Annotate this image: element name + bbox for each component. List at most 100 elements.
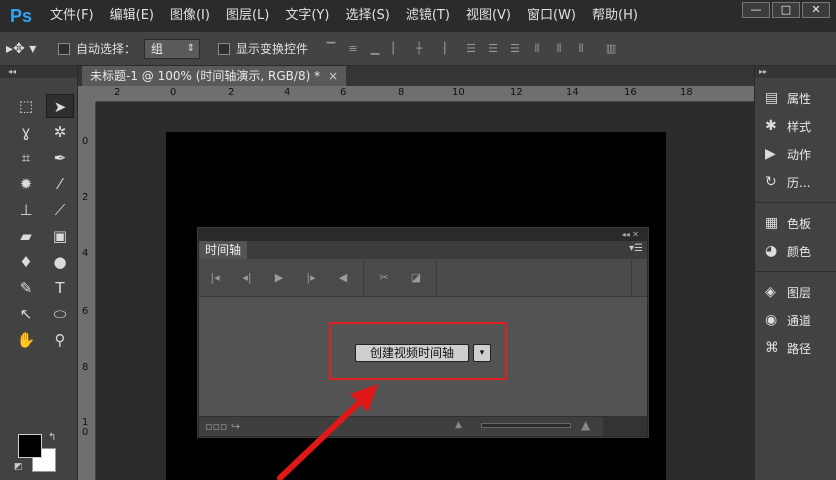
paths-icon: ⌘ bbox=[765, 340, 779, 356]
gradient-tool-icon[interactable]: ▣ bbox=[46, 224, 74, 248]
menu-edit[interactable]: 编辑(E) bbox=[102, 0, 162, 32]
healing-brush-tool-icon[interactable]: ✹ bbox=[12, 172, 40, 196]
close-button[interactable]: ✕ bbox=[802, 2, 830, 18]
hand-tool-icon[interactable]: ✋ bbox=[12, 328, 40, 352]
path-selection-tool-icon[interactable]: ↖ bbox=[12, 302, 40, 326]
align-bottom-icon[interactable]: ▁ bbox=[366, 40, 384, 58]
timeline-zoom-slider[interactable] bbox=[481, 423, 571, 428]
panel-group: ◈ 图层 ◉ 通道 ⌘ 路径 bbox=[755, 272, 836, 368]
distribute-top-icon[interactable]: ☰ bbox=[462, 40, 480, 58]
crop-tool-icon[interactable]: ⌗ bbox=[12, 146, 40, 170]
close-document-icon[interactable]: × bbox=[328, 69, 338, 83]
next-frame-icon[interactable]: |▸ bbox=[295, 271, 327, 284]
default-colors-icon[interactable]: ◩ bbox=[14, 462, 23, 472]
show-transform-checkbox[interactable] bbox=[218, 42, 231, 55]
foreground-color-swatch[interactable] bbox=[18, 434, 42, 458]
previous-frame-icon[interactable]: ◂| bbox=[231, 271, 263, 284]
transition-icon[interactable]: ◪ bbox=[400, 271, 432, 284]
type-tool-icon[interactable]: T bbox=[46, 276, 74, 300]
dodge-tool-icon[interactable]: ● bbox=[46, 250, 74, 274]
panel-item-properties[interactable]: ▤ 属性 bbox=[755, 84, 836, 112]
panel-item-swatches[interactable]: ▦ 色板 bbox=[755, 209, 836, 237]
zoom-out-icon[interactable]: ▲ bbox=[455, 420, 462, 430]
align-right-icon[interactable]: ▕ bbox=[432, 40, 450, 58]
history-icon: ↻ bbox=[765, 174, 777, 190]
play-icon[interactable]: ▶ bbox=[263, 271, 295, 284]
ruler-label: 6 bbox=[82, 306, 89, 317]
tools-collapse-icon[interactable]: ◂◂ bbox=[0, 66, 77, 78]
panel-item-styles[interactable]: ✱ 样式 bbox=[755, 112, 836, 140]
timeline-mode-dropdown[interactable]: ▾ bbox=[473, 344, 491, 362]
vertical-ruler[interactable]: 0 2 4 6 8 1 0 bbox=[78, 102, 96, 480]
create-video-timeline-button[interactable]: 创建视频时间轴 bbox=[355, 344, 469, 362]
align-left-icon[interactable]: ▏ bbox=[388, 40, 406, 58]
timeline-footer: ▫▫▫ ↪ ▲ ▲ bbox=[199, 416, 647, 436]
blur-tool-icon[interactable]: ♦ bbox=[12, 250, 40, 274]
distribute-vcenter-icon[interactable]: ☰ bbox=[484, 40, 502, 58]
distribute-bottom-icon[interactable]: ☰ bbox=[506, 40, 524, 58]
ruler-label: 2 bbox=[82, 192, 89, 203]
pen-tool-icon[interactable]: ✎ bbox=[12, 276, 40, 300]
menu-help[interactable]: 帮助(H) bbox=[584, 0, 646, 32]
panel-item-layers[interactable]: ◈ 图层 bbox=[755, 278, 836, 306]
timeline-tab[interactable]: 时间轴 bbox=[199, 241, 247, 259]
marquee-tool-icon[interactable]: ⬚ bbox=[12, 94, 40, 118]
ruler-origin[interactable] bbox=[78, 86, 96, 102]
auto-align-icon[interactable]: ▥ bbox=[602, 40, 620, 58]
panel-menu-icon[interactable]: ▾☰ bbox=[629, 243, 643, 254]
align-vcenter-icon[interactable]: ≡ bbox=[344, 40, 362, 58]
first-frame-icon[interactable]: |◂ bbox=[199, 271, 231, 284]
menu-window[interactable]: 窗口(W) bbox=[519, 0, 584, 32]
move-tool-preset-icon[interactable]: ▸✥ ▾ bbox=[6, 41, 50, 57]
auto-select-checkbox[interactable] bbox=[58, 42, 70, 55]
panel-item-history[interactable]: ↻ 历... bbox=[755, 168, 836, 196]
menu-view[interactable]: 视图(V) bbox=[458, 0, 519, 32]
panel-item-actions[interactable]: ▶ 动作 bbox=[755, 140, 836, 168]
panel-item-paths[interactable]: ⌘ 路径 bbox=[755, 334, 836, 362]
convert-frame-icon[interactable]: ▫▫▫ ↪ bbox=[205, 420, 240, 433]
ruler-label: 0 bbox=[170, 87, 177, 98]
ruler-label: 2 bbox=[114, 87, 121, 98]
menu-layer[interactable]: 图层(L) bbox=[218, 0, 277, 32]
swap-colors-icon[interactable]: ↰ bbox=[48, 432, 56, 443]
distribute-left-icon[interactable]: ⦀ bbox=[528, 40, 546, 58]
audio-icon[interactable]: ◀ bbox=[327, 271, 359, 284]
channels-icon: ◉ bbox=[765, 312, 778, 328]
brush-tool-icon[interactable]: ⁄ bbox=[46, 172, 74, 196]
clone-stamp-tool-icon[interactable]: ⊥ bbox=[12, 198, 40, 222]
menu-filter[interactable]: 滤镜(T) bbox=[398, 0, 458, 32]
timeline-controls: |◂ ◂| ▶ |▸ ◀ ✂ ◪ bbox=[199, 259, 647, 297]
align-hcenter-icon[interactable]: ┼ bbox=[410, 40, 428, 58]
document-tab[interactable]: 未标题-1 @ 100% (时间轴演示, RGB/8) * × bbox=[82, 66, 347, 86]
split-scissors-icon[interactable]: ✂ bbox=[368, 271, 400, 284]
panel-item-label: 样式 bbox=[787, 119, 812, 134]
auto-select-dropdown[interactable]: 组 bbox=[144, 38, 201, 59]
zoom-tool-icon[interactable]: ⚲ bbox=[46, 328, 74, 352]
eyedropper-tool-icon[interactable]: ✒ bbox=[46, 146, 74, 170]
move-tool-icon[interactable]: ➤ bbox=[46, 94, 74, 118]
horizontal-ruler[interactable]: 2 0 2 4 6 8 10 12 14 16 18 bbox=[96, 86, 754, 102]
eraser-tool-icon[interactable]: ▰ bbox=[12, 224, 40, 248]
zoom-in-icon[interactable]: ▲ bbox=[581, 418, 590, 432]
restore-button[interactable]: □ bbox=[772, 2, 800, 18]
distribute-right-icon[interactable]: ⦀ bbox=[572, 40, 590, 58]
minimize-button[interactable]: — bbox=[742, 2, 770, 18]
layers-icon: ◈ bbox=[765, 284, 776, 300]
distribute-hcenter-icon[interactable]: ⦀ bbox=[550, 40, 568, 58]
dock-collapse-icon[interactable]: ▸▸ bbox=[755, 66, 836, 78]
panel-item-channels[interactable]: ◉ 通道 bbox=[755, 306, 836, 334]
history-brush-tool-icon[interactable]: ⟋ bbox=[46, 198, 74, 222]
swatches-icon: ▦ bbox=[765, 215, 779, 231]
menu-file[interactable]: 文件(F) bbox=[42, 0, 102, 32]
align-top-icon[interactable]: ▔ bbox=[322, 40, 340, 58]
panel-group: ▤ 属性 ✱ 样式 ▶ 动作 ↻ 历... bbox=[755, 78, 836, 203]
lasso-tool-icon[interactable]: ɣ bbox=[12, 120, 40, 144]
menu-select[interactable]: 选择(S) bbox=[337, 0, 397, 32]
panel-item-color[interactable]: ◕ 颜色 bbox=[755, 237, 836, 265]
ellipse-tool-icon[interactable]: ⬭ bbox=[46, 302, 74, 326]
panel-item-label: 属性 bbox=[787, 91, 812, 106]
menu-image[interactable]: 图像(I) bbox=[162, 0, 218, 32]
timeline-collapse-icon[interactable]: ◂◂ ✕ bbox=[199, 229, 647, 241]
magic-wand-tool-icon[interactable]: ✲ bbox=[46, 120, 74, 144]
menu-type[interactable]: 文字(Y) bbox=[277, 0, 337, 32]
